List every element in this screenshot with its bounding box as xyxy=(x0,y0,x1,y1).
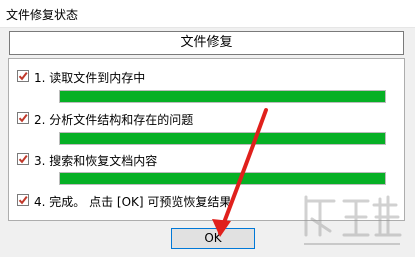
check-mark-icon xyxy=(18,113,28,123)
window-title: 文件修复状态 xyxy=(6,8,79,22)
progress-bar-analyze-structure xyxy=(59,132,386,145)
check-mark-icon xyxy=(18,154,28,164)
page-title: 文件修复 xyxy=(9,31,404,55)
title-bar: 文件修复状态 xyxy=(0,0,415,28)
step-label: 1. 读取文件到内存中 xyxy=(34,71,146,85)
step-label: 4. 完成。 点击 [OK] 可预览恢复结果 xyxy=(34,195,232,209)
checkbox-read-file[interactable] xyxy=(17,70,29,82)
ok-button[interactable]: OK xyxy=(171,228,255,249)
progress-fill xyxy=(60,133,385,144)
step-label: 2. 分析文件结构和存在的问题 xyxy=(34,113,194,127)
checkbox-recover-content[interactable] xyxy=(17,153,29,165)
check-mark-icon xyxy=(18,71,28,81)
progress-bar-read-file xyxy=(59,90,386,103)
progress-fill xyxy=(60,91,385,102)
checkbox-complete[interactable] xyxy=(17,194,29,206)
checkbox-analyze-structure[interactable] xyxy=(17,112,29,124)
check-mark-icon xyxy=(18,195,28,205)
progress-fill xyxy=(60,173,385,184)
site-logo-watermark xyxy=(304,195,402,245)
step-label: 3. 搜索和恢复文档内容 xyxy=(34,154,158,168)
progress-bar-recover-content xyxy=(59,172,386,185)
